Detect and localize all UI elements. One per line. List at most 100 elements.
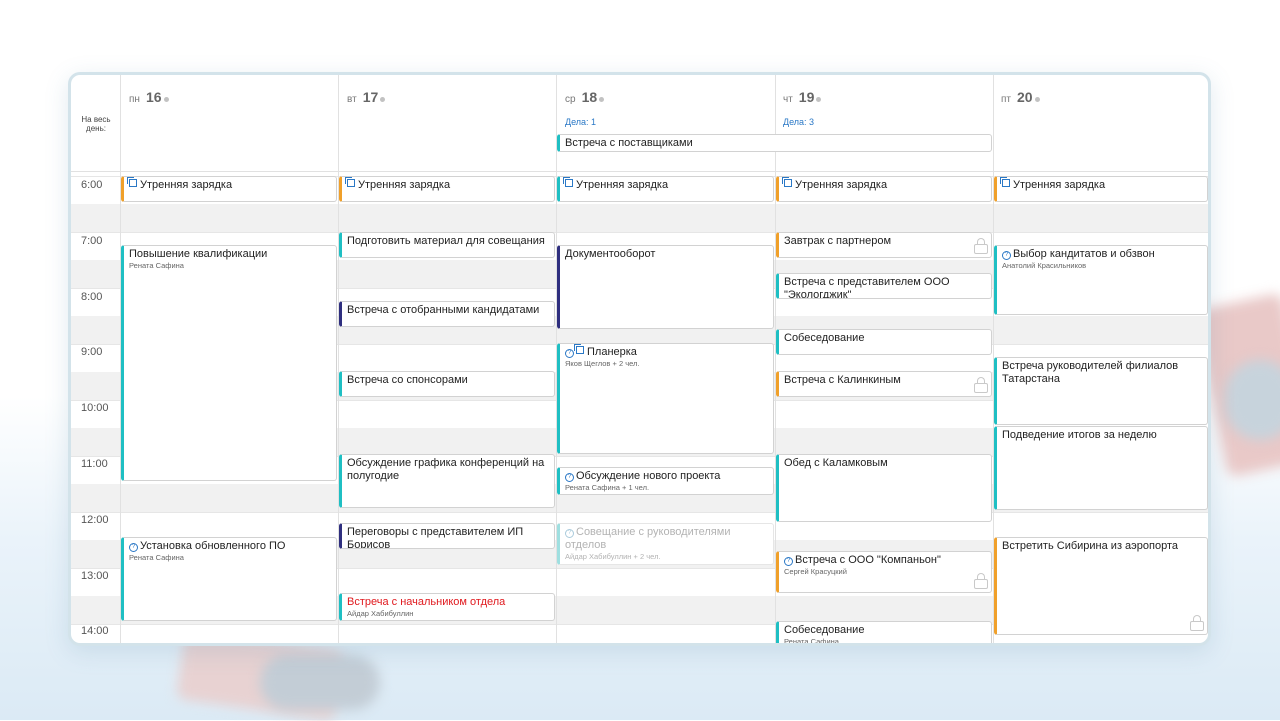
event-card[interactable]: Обсуждение графика конференций на полуго… <box>339 454 555 508</box>
event-title: Встреча с Калинкиным <box>784 374 901 386</box>
lock-icon <box>1190 615 1204 631</box>
event-card[interactable]: Завтрак с партнером <box>776 232 992 258</box>
hour-line <box>71 512 1208 513</box>
day-weekday: пт <box>1001 94 1011 105</box>
event-attendee: Анатолий Красильников <box>1002 261 1087 270</box>
recurring-icon <box>574 344 584 354</box>
event-card[interactable]: Подведение итогов за неделю <box>994 426 1208 510</box>
event-card[interactable]: Утренняя зарядка <box>776 176 992 202</box>
event-title: Утренняя зарядка <box>358 179 451 191</box>
event-card[interactable]: Встреча с Калинкиным <box>776 371 992 397</box>
event-title: Собеседование <box>784 332 865 344</box>
event-title: Документооборот <box>565 248 656 260</box>
clock-icon: ? <box>565 473 574 482</box>
week-calendar: На весь день: пн 16 вт 17 ср 18 чт 19 пт 20 Д… <box>68 72 1211 646</box>
clock-icon: ? <box>784 557 793 566</box>
status-dot <box>163 96 169 102</box>
event-title: Утренняя зарядка <box>1013 179 1106 191</box>
day-weekday: ср <box>565 94 576 105</box>
event-attendee: Сергей Красуцкий <box>784 567 847 576</box>
event-card[interactable]: Встретить Сибирина из аэропорта <box>994 537 1208 635</box>
event-attendee: Рената Сафина <box>784 637 839 646</box>
event-title: Утренняя зарядка <box>795 179 888 191</box>
time-label: 10:00 <box>81 402 109 414</box>
event-title: Завтрак с партнером <box>784 235 892 247</box>
event-title: Обед с Каламковым <box>784 457 888 469</box>
allday-label: На весь день: <box>81 115 111 133</box>
clock-icon: ? <box>1002 251 1011 260</box>
event-card[interactable]: Документооборот <box>557 245 774 329</box>
event-title: Собеседование <box>784 624 865 636</box>
event-card[interactable]: Встреча с представителем ООО "Экологджик… <box>776 273 992 299</box>
event-attendee: Айдар Хабибуллин + 2 чел. <box>565 552 661 561</box>
event-title: Установка обновленного ПО <box>140 540 286 552</box>
time-label: 9:00 <box>81 346 103 358</box>
day-number: 20 <box>1017 89 1033 105</box>
event-card[interactable]: Переговоры с представителем ИП Борисов <box>339 523 555 549</box>
time-label: 11:00 <box>81 458 108 470</box>
event-title: Повышение квалификации <box>129 248 268 260</box>
event-card[interactable]: Утренняя зарядка <box>557 176 774 202</box>
event-card[interactable]: ? Планерка Яков Щеглов + 2 чел. <box>557 343 774 454</box>
tasks-link[interactable]: Дела: 3 <box>783 117 814 127</box>
day-header-thu[interactable]: чт 19 <box>783 89 822 105</box>
background-decoration <box>260 655 380 710</box>
event-card[interactable]: ? Встреча с ООО "Компаньон" Сергей Красуцк… <box>776 551 992 593</box>
event-card[interactable]: ? Обсуждение нового проекта Рената Сафина … <box>557 467 774 495</box>
event-title: Обсуждение нового проекта <box>576 470 721 482</box>
event-card[interactable]: Утренняя зарядка <box>121 176 337 202</box>
event-title: Встреча с начальником отдела <box>347 596 506 608</box>
day-header-tue[interactable]: вт 17 <box>347 89 386 105</box>
recurring-icon <box>127 177 137 187</box>
time-label: 12:00 <box>81 514 109 526</box>
column-divider <box>338 75 339 643</box>
event-card[interactable]: Встреча руководителей филиалов Татарстан… <box>994 357 1208 425</box>
event-card[interactable]: Встреча со спонсорами <box>339 371 555 397</box>
time-label: 13:00 <box>81 570 109 582</box>
event-card[interactable]: Собеседование <box>776 329 992 355</box>
day-number: 18 <box>581 89 598 105</box>
recurring-icon <box>1000 177 1010 187</box>
event-card[interactable]: Встреча с начальником отдела Айдар Хабибу… <box>339 593 555 621</box>
time-label: 6:00 <box>81 179 103 191</box>
time-label: 8:00 <box>81 291 103 303</box>
event-title: Встреча с поставщиками <box>565 137 693 149</box>
clock-icon: ? <box>565 349 574 358</box>
day-header-wed[interactable]: ср 18 <box>565 89 605 105</box>
day-number: 19 <box>798 89 815 105</box>
event-card[interactable]: ? Совещание с руководителями отделов Айдар… <box>557 523 774 565</box>
day-weekday: вт <box>347 94 357 105</box>
event-card[interactable]: Повышение квалификации Рената Сафина <box>121 245 337 481</box>
event-title: Встреча руководителей филиалов Татарстан… <box>1002 360 1179 385</box>
event-card[interactable]: Утренняя зарядка <box>994 176 1208 202</box>
event-card[interactable]: Подготовить материал для совещания <box>339 232 555 258</box>
event-title: Подготовить материал для совещания <box>347 235 545 247</box>
event-card[interactable]: Утренняя зарядка <box>339 176 555 202</box>
event-card[interactable]: Обед с Каламковым <box>776 454 992 522</box>
day-header-mon[interactable]: пн 16 <box>129 89 169 105</box>
event-attendee: Рената Сафина <box>129 261 184 270</box>
event-title: Обсуждение графика конференций на полуго… <box>347 457 545 482</box>
day-header-fri[interactable]: пт 20 <box>1001 89 1040 105</box>
event-attendee: Рената Сафина <box>129 553 184 562</box>
event-title: Встреча с ООО "Компаньон" <box>795 554 941 566</box>
time-gutter <box>71 75 121 643</box>
tasks-link[interactable]: Дела: 1 <box>565 117 596 127</box>
event-card[interactable]: ? Выбор кандитатов и обзвон Анатолий Краси… <box>994 245 1208 315</box>
event-title: Подведение итогов за неделю <box>1002 429 1157 441</box>
event-card[interactable]: Собеседование Рената Сафина <box>776 621 992 646</box>
clock-icon: ? <box>129 543 138 552</box>
background-decoration <box>1225 360 1280 440</box>
hour-line <box>71 232 1208 233</box>
event-card[interactable]: Встреча с отобранными кандидатами <box>339 301 555 327</box>
status-dot <box>816 96 822 102</box>
allday-event[interactable]: Встреча с поставщиками <box>557 134 992 152</box>
event-title: Встреча с отобранными кандидатами <box>347 304 540 316</box>
recurring-icon <box>345 177 355 187</box>
event-title: Совещание с руководителями отделов <box>565 526 731 551</box>
event-title: Утренняя зарядка <box>140 179 233 191</box>
allday-divider <box>71 171 1208 172</box>
time-slot-band <box>71 204 1208 232</box>
event-title: Планерка <box>587 346 637 358</box>
event-card[interactable]: ? Установка обновленного ПО Рената Сафина <box>121 537 337 621</box>
